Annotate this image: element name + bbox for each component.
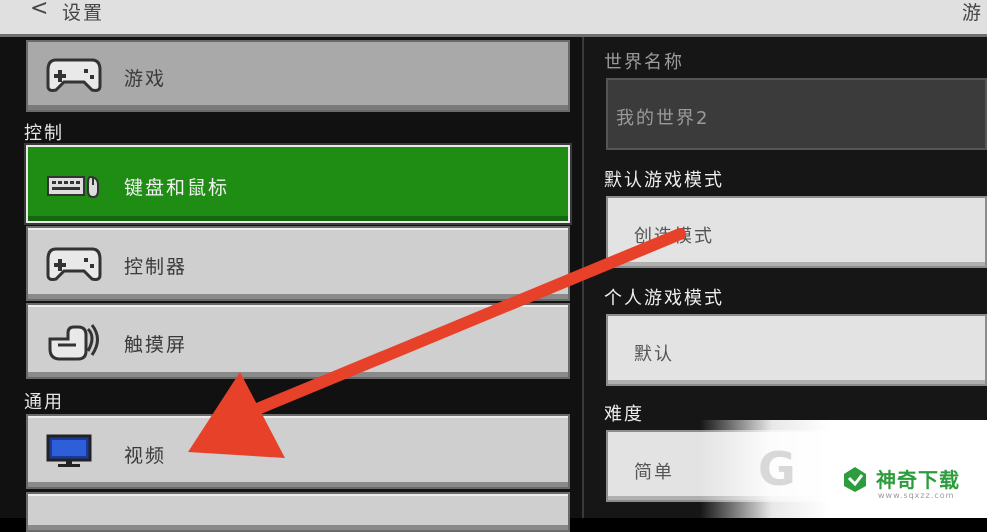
watermark-url: www.sqxzz.com xyxy=(878,491,955,500)
watermark-g-glyph: G xyxy=(758,442,796,496)
watermark: G 神奇下载 www.sqxzz.com xyxy=(700,420,987,518)
watermark-brand: 神奇下载 xyxy=(876,468,960,492)
leaf-logo-icon xyxy=(840,464,870,498)
